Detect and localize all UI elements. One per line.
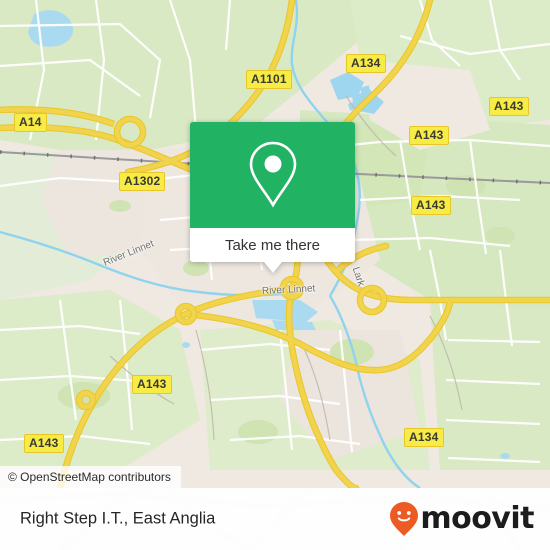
take-me-there-label: Take me there bbox=[224, 236, 321, 254]
road-shield: A134 bbox=[404, 428, 444, 447]
place-title: Right Step I.T., East Anglia bbox=[20, 509, 216, 528]
footer-bar: Right Step I.T., East Anglia moovit bbox=[0, 488, 550, 550]
map-pin-icon bbox=[249, 141, 296, 208]
road-shield: A1101 bbox=[246, 70, 292, 89]
location-popup-card[interactable]: Take me there bbox=[190, 122, 355, 273]
road-shield: A143 bbox=[411, 196, 451, 215]
road-shield: A143 bbox=[409, 126, 449, 145]
popup-pointer-tail bbox=[263, 262, 282, 273]
road-shield: A143 bbox=[489, 97, 529, 116]
popup-action-area[interactable]: Take me there bbox=[190, 228, 355, 273]
moovit-wordmark: moovit bbox=[420, 501, 534, 536]
map-canvas[interactable]: A14 A1101 A134 A143 A143 A1302 A143 A143 A143 A13… bbox=[0, 0, 550, 488]
popup-icon-area bbox=[190, 122, 355, 228]
road-shield: A143 bbox=[24, 434, 64, 453]
moovit-logo[interactable]: moovit bbox=[389, 501, 534, 537]
moovit-smiley-pin-icon bbox=[390, 502, 419, 536]
road-shield: A134 bbox=[346, 54, 386, 73]
osm-attribution[interactable]: © OpenStreetMap contributors bbox=[0, 466, 181, 488]
road-shield: A143 bbox=[132, 375, 172, 394]
road-shield: A14 bbox=[14, 113, 47, 132]
road-shield: A1302 bbox=[119, 172, 166, 191]
map-screenshot: A14 A1101 A134 A143 A143 A1302 A143 A143 A143 A13… bbox=[0, 0, 550, 550]
